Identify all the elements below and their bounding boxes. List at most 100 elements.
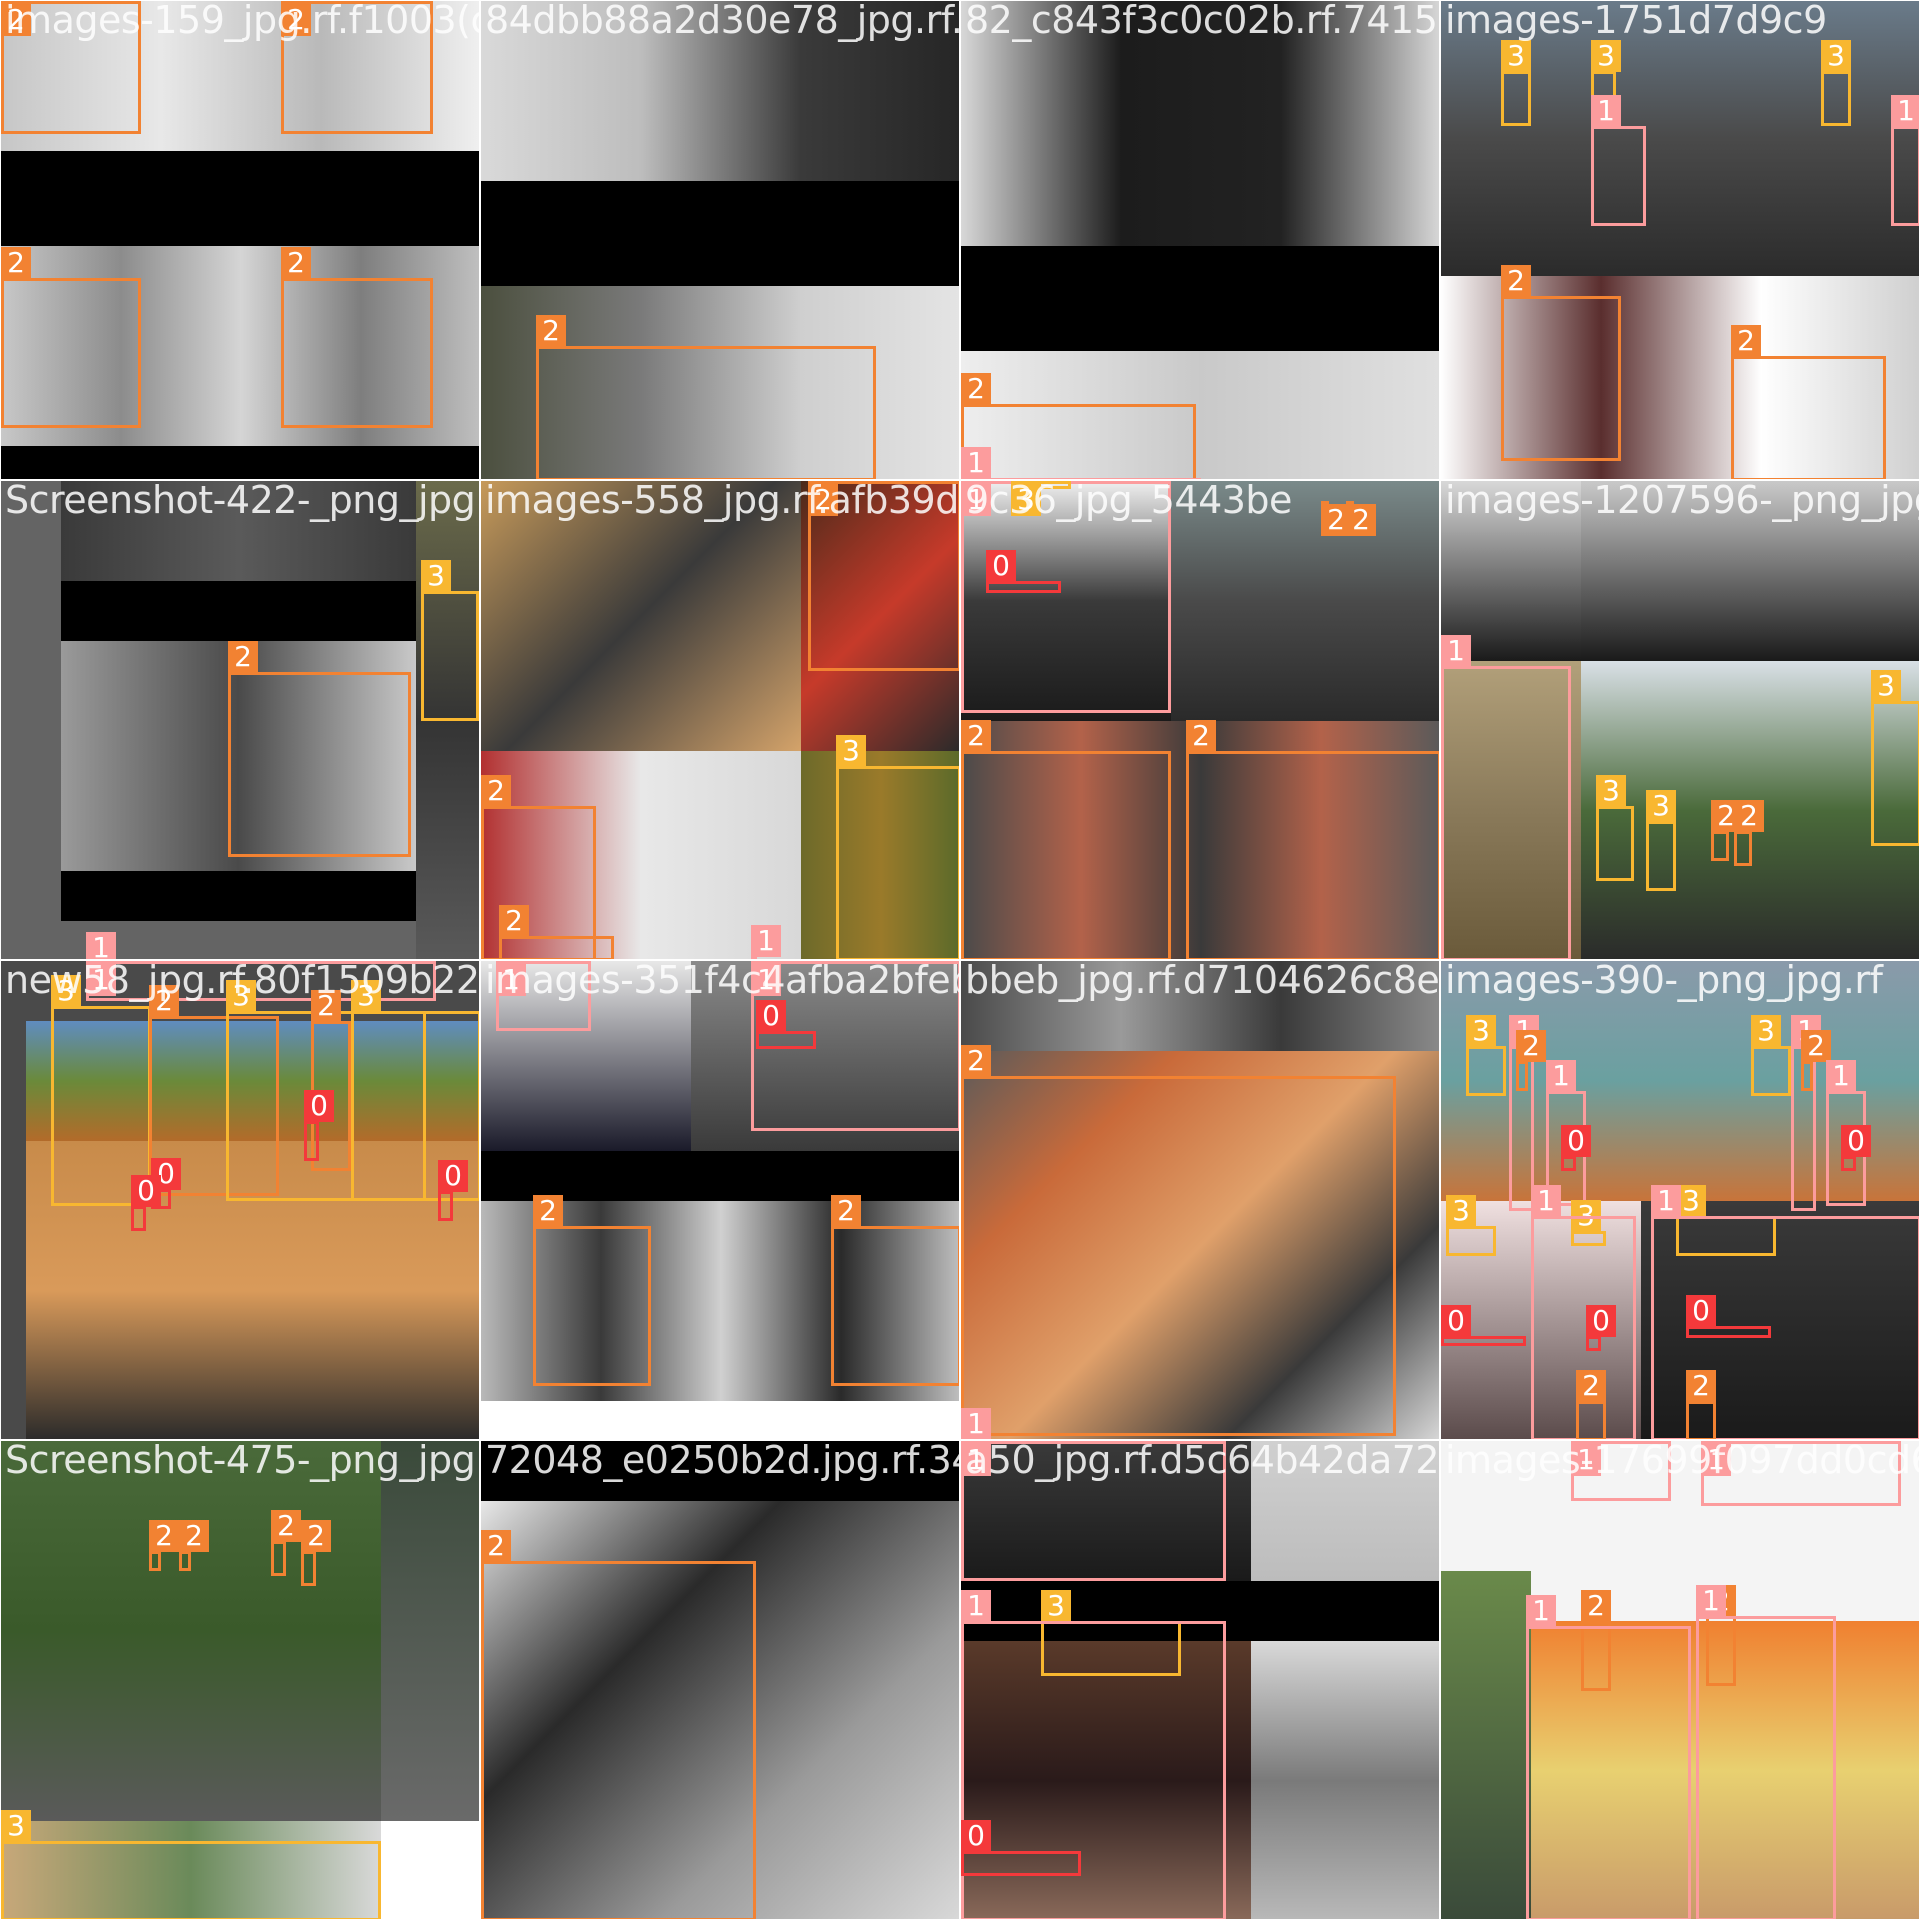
mosaic-tile: 2 1 bbeb_jpg.rf.d7104626c8ea [960,960,1440,1440]
bounding-box: 0 [1686,1295,1771,1338]
mosaic-tile: 2 2 2 2 3 Screenshot-475-_png_jpg.rf [0,1440,480,1920]
bounding-box: 1 [1441,635,1571,959]
class-label: 2 [281,247,311,279]
bounding-box: 2 [1321,501,1351,536]
class-label: 0 [438,1160,468,1192]
bounding-box: 0 [1586,1305,1616,1351]
class-label: 2 [1501,265,1531,297]
class-label: 2 [1,247,31,279]
tile-filename: images-558_jpg.rf.afb39d3e7 [485,480,959,522]
class-label: 0 [304,1090,334,1122]
tile-filename: images-351f4c4afba2bfeb [485,960,960,1002]
class-label: 2 [1686,1370,1716,1402]
image-region [1,446,479,479]
class-label: 1 [86,932,116,959]
class-label: 1 [1651,1185,1681,1217]
class-label: 3 [1871,670,1901,702]
bounding-box: 3 [1751,1015,1791,1096]
bounding-box: 2 [1346,501,1376,536]
tile-filename: 9c36_jpg_5443be [965,480,1292,522]
class-label: 1 [1891,95,1919,127]
class-label: 3 [1646,790,1676,822]
bounding-box: 3 [1871,670,1919,846]
bounding-box: 2 [1186,720,1439,959]
bounding-box: 2 [1501,265,1621,461]
bounding-box: 3 [1596,775,1634,881]
tile-filename: images-159_jpg.rf.f1003(c9b3 [5,0,479,42]
mosaic-tile: 3 3 1 3 1 2 2 images-1751d7d9c9 [1440,0,1920,480]
mosaic-tile: 2 72048_e0250b2d.jpg.rf.346f87cbe [480,1440,960,1920]
bounding-box: 3 [1446,1195,1496,1256]
class-label: 2 [301,1520,331,1552]
bounding-box: 1 [1526,1595,1691,1919]
class-label: 2 [481,1530,511,1562]
class-label: 1 [1696,1585,1726,1617]
bounding-box: 0 [961,1820,1081,1876]
tile-filename: images-17699f097dd0cd6 [1445,1440,1920,1482]
image-region [381,1821,479,1919]
class-label: 0 [756,1000,786,1032]
tile-filename: Screenshot-475-_png_jpg.rf [5,1440,480,1482]
class-label: 3 [1501,40,1531,72]
class-label: 3 [421,560,451,592]
bounding-box: 3 [1821,40,1851,126]
bounding-box: 2 [1734,800,1764,866]
image-region [1251,1641,1439,1919]
class-label: 1 [961,1590,991,1622]
class-label: 2 [961,720,991,752]
bounding-box: 2 [228,641,411,857]
tile-filename: bbeb_jpg.rf.d7104626c8ea [965,960,1440,1002]
bounding-box: 2 [301,1520,331,1586]
image-region [961,246,1439,351]
mosaic-tile: 2 3 1 Screenshot-422-_png_jpg.rf [0,480,480,960]
class-label: 3 [1041,1590,1071,1622]
class-label: 1 [751,925,781,957]
bounding-box: 2 [481,1530,756,1919]
bounding-box: 3 [1646,790,1676,891]
image-region [1,151,479,246]
bounding-box: 2 [271,1510,301,1576]
bounding-box: 2 [536,315,876,479]
class-label: 3 [1596,775,1626,807]
class-label: 2 [499,905,529,937]
bounding-box: 2 [961,1045,1396,1436]
bounding-box: 3 [1501,40,1531,126]
bounding-box: 2 [1516,1030,1546,1091]
bounding-box: 3 [1466,1015,1506,1096]
class-label: 3 [1446,1195,1476,1227]
class-label: 2 [1576,1370,1606,1402]
class-label: 1 [961,1408,991,1439]
class-label: 2 [961,1045,991,1077]
bounding-box: 2 [1731,325,1886,479]
class-label: 3 [1,1810,31,1842]
tile-filename: images-1751d7d9c9 [1445,0,1827,42]
class-label: 1 [1441,635,1471,667]
class-label: 2 [1581,1590,1611,1622]
image-region [481,181,959,286]
bounding-box: 2 [961,373,1196,479]
mosaic-tile: 1 1 0 2 2 images-351f4c4afba2bfeb [480,960,960,1440]
bounding-box: 2 [149,1520,179,1571]
mosaic-tile: 2 1 82_c843f3c0c02b.rf.74159c [960,0,1440,480]
bounding-box: 3 [836,735,959,959]
bounding-box: 0 [1441,1305,1526,1346]
class-label: 3 [1466,1015,1496,1047]
tile-filename: a50_jpg.rf.d5c64b42da729e [965,1440,1440,1482]
image-region [1441,1571,1531,1919]
class-label: 2 [481,775,511,807]
class-label: 1 [1826,1060,1856,1092]
class-label: 2 [1346,504,1376,536]
class-label: 2 [831,1195,861,1227]
class-label: 2 [536,315,566,347]
bounding-box: 2 [1801,1030,1831,1091]
class-label: 3 [1751,1015,1781,1047]
tile-filename: new58_jpg.rf.80f1509b2236f [5,960,480,1002]
class-label: 2 [149,1520,179,1552]
bounding-box: 2 [1711,800,1741,861]
class-label: 1 [1546,1060,1576,1092]
tile-filename: 84dbb88a2d30e78_jpg.rf.d68 [485,0,959,42]
class-label: 2 [271,1510,301,1542]
class-label: 3 [1821,40,1851,72]
tile-filename: images-1207596-_png_jpg.rf [1445,480,1919,522]
class-label: 1 [1591,95,1621,127]
